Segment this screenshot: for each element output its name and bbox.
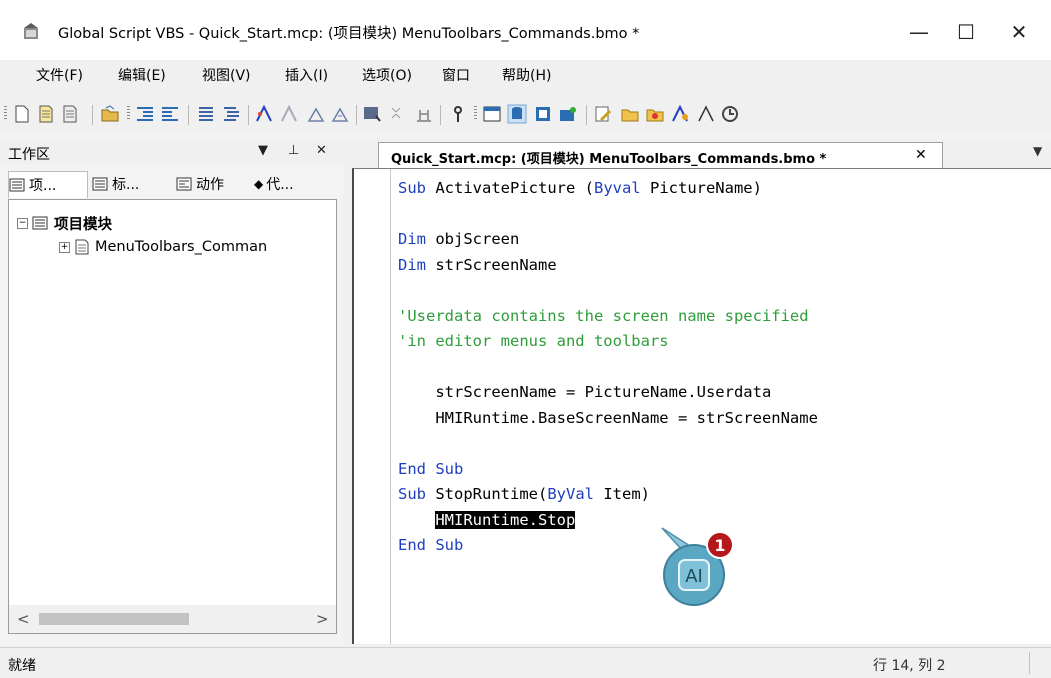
info-icon[interactable] xyxy=(645,104,665,124)
database-icon[interactable] xyxy=(507,104,527,124)
document-tab-label: Quick_Start.mcp: (项目模块) MenuToolbars_Com… xyxy=(391,152,827,167)
selected-code: HMIRuntime.Stop xyxy=(435,510,576,529)
minimize-button[interactable]: — xyxy=(896,12,942,52)
module-icon xyxy=(92,177,108,191)
tab-project-modules[interactable]: 项... xyxy=(8,171,88,198)
key-icon[interactable] xyxy=(448,104,468,124)
status-text: 就绪 xyxy=(8,658,36,674)
tag-select-icon[interactable] xyxy=(330,104,350,124)
code-line[interactable]: strScreenName = PictureName.Userdata xyxy=(398,383,771,401)
status-divider xyxy=(1029,652,1030,674)
edit-icon[interactable] xyxy=(593,104,613,124)
code-line[interactable]: HMIRuntime.Stop xyxy=(398,510,576,529)
scroll-left-icon[interactable]: < xyxy=(17,610,30,628)
open-folder-icon[interactable] xyxy=(100,104,120,124)
scroll-thumb[interactable] xyxy=(39,613,189,625)
cursor-position: 行 14, 列 2 xyxy=(873,658,946,674)
menu-file[interactable]: 文件(F) xyxy=(36,65,83,85)
code-line[interactable]: Sub StopRuntime(ByVal Item) xyxy=(398,485,650,503)
code-line[interactable]: Sub ActivatePicture (Byval PictureName) xyxy=(398,179,762,197)
scroll-right-icon[interactable]: > xyxy=(316,610,329,628)
paste-document-icon[interactable] xyxy=(60,104,80,124)
workspace-dropdown-icon[interactable]: ▼ xyxy=(258,143,268,158)
pin-icon[interactable]: ⊥ xyxy=(288,143,299,158)
menu-bar: 文件(F) 编辑(E) 视图(V) 插入(I) 选项(O) 窗口 帮助(H) xyxy=(0,60,1051,88)
expand-icon[interactable]: + xyxy=(59,241,70,253)
maximize-button[interactable]: ☐ xyxy=(943,12,989,52)
code-line[interactable]: End Sub xyxy=(398,536,463,554)
function-icon[interactable] xyxy=(254,104,274,124)
menu-edit[interactable]: 编辑(E) xyxy=(118,65,166,85)
compare-icon[interactable] xyxy=(388,104,408,124)
module-icon xyxy=(9,178,25,192)
tab-code-templates[interactable]: ◆ 代... xyxy=(254,171,322,197)
workspace-header: 工作区 ▼ ⊥ ✕ xyxy=(0,138,343,164)
step-number-badge: 1 xyxy=(714,536,725,555)
comment-icon[interactable] xyxy=(196,104,216,124)
menu-help[interactable]: 帮助(H) xyxy=(502,65,551,85)
global-script-app-icon xyxy=(24,23,38,39)
document-tab[interactable]: Quick_Start.mcp: (项目模块) MenuToolbars_Com… xyxy=(378,142,943,169)
project-icon[interactable] xyxy=(533,104,553,124)
clock-icon[interactable] xyxy=(720,104,740,124)
toolbar-grip[interactable] xyxy=(4,106,7,120)
title-bar: Global Script VBS - Quick_Start.mcp: (项目… xyxy=(0,0,1051,60)
trigger-icon[interactable] xyxy=(670,104,690,124)
indent-icon[interactable] xyxy=(135,104,155,124)
measure-icon[interactable] xyxy=(696,104,716,124)
window-icon[interactable] xyxy=(482,104,502,124)
cursor-callout: AI 1 xyxy=(661,527,734,606)
status-bar: 就绪 行 14, 列 2 xyxy=(0,647,1051,678)
tab-actions[interactable]: 动作 xyxy=(176,171,250,197)
copy-document-icon[interactable] xyxy=(36,104,56,124)
code-line[interactable]: Dim objScreen xyxy=(398,230,519,248)
tree-root-project-modules[interactable]: − 项目模块 xyxy=(17,212,112,234)
tab-standard-modules[interactable]: 标... xyxy=(92,171,170,197)
code-line[interactable]: 'Userdata contains the screen name speci… xyxy=(398,307,809,325)
text-cursor-icon: AI xyxy=(685,566,703,587)
folder-icon[interactable] xyxy=(620,104,640,124)
menu-view[interactable]: 视图(V) xyxy=(202,65,251,85)
tool-icon[interactable] xyxy=(558,104,578,124)
script-file-icon xyxy=(75,239,89,255)
code-line[interactable]: HMIRuntime.BaseScreenName = strScreenNam… xyxy=(398,409,818,427)
document-list-dropdown-icon[interactable]: ▼ xyxy=(1033,144,1042,158)
screen-icon[interactable] xyxy=(362,104,382,124)
action-icon[interactable] xyxy=(279,104,299,124)
module-folder-icon xyxy=(32,216,48,230)
menu-window[interactable]: 窗口 xyxy=(442,65,470,85)
action-module-icon xyxy=(176,177,192,191)
tab-close-icon[interactable]: ✕ xyxy=(915,147,927,163)
toolbar xyxy=(0,88,1051,134)
project-tree: − 项目模块 + MenuToolbars_Comman xyxy=(8,199,337,606)
code-line[interactable]: End Sub xyxy=(398,460,463,478)
workspace-close-icon[interactable]: ✕ xyxy=(316,143,327,158)
menu-options[interactable]: 选项(O) xyxy=(362,65,412,85)
close-button[interactable]: ✕ xyxy=(996,12,1042,52)
tree-item-menutoolbars[interactable]: + MenuToolbars_Comman xyxy=(59,236,267,258)
code-line[interactable]: 'in editor menus and toolbars xyxy=(398,332,669,350)
code-template-icon: ◆ xyxy=(254,177,264,191)
horizontal-scrollbar[interactable]: < > xyxy=(8,605,337,634)
new-document-icon[interactable] xyxy=(12,104,32,124)
uncomment-icon[interactable] xyxy=(221,104,241,124)
tag-icon[interactable] xyxy=(306,104,326,124)
editor-gutter xyxy=(363,169,391,644)
workspace-title: 工作区 xyxy=(8,147,50,163)
check-icon[interactable] xyxy=(414,104,434,124)
collapse-icon[interactable]: − xyxy=(17,217,28,229)
code-line[interactable]: Dim strScreenName xyxy=(398,256,557,274)
outdent-icon[interactable] xyxy=(160,104,180,124)
window-title: Global Script VBS - Quick_Start.mcp: (项目… xyxy=(58,26,640,42)
menu-insert[interactable]: 插入(I) xyxy=(285,65,328,85)
